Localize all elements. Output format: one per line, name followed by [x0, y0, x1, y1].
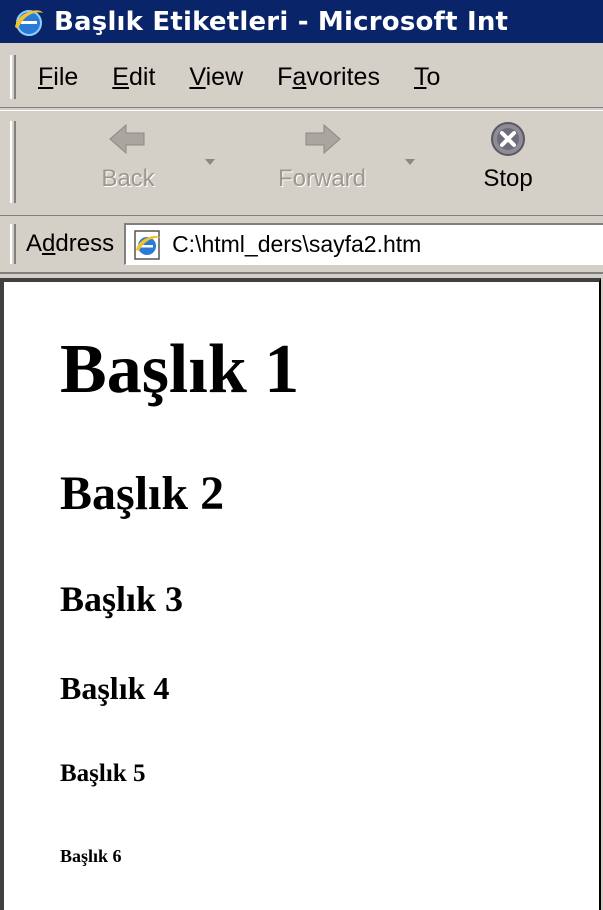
back-dropdown-arrow[interactable]: [205, 159, 215, 165]
page-content: Başlık 1 Başlık 2 Başlık 3 Başlık 4 Başl…: [0, 278, 601, 910]
standard-toolbar: Back Forward Stop: [0, 110, 603, 216]
address-bar: Address C:\html_ders\sayfa2.htm: [0, 216, 603, 274]
menu-favorites[interactable]: Favorites: [277, 63, 380, 92]
menu-file[interactable]: File: [38, 63, 78, 92]
back-arrow-icon: [109, 123, 145, 155]
toolbar-grip[interactable]: [10, 121, 16, 203]
menu-tools[interactable]: To: [414, 63, 440, 92]
address-label: Address: [26, 230, 115, 257]
stop-icon: [491, 122, 525, 156]
menu-bar: File Edit View Favorites To: [0, 47, 603, 108]
heading-4: Başlık 4: [60, 670, 170, 706]
forward-dropdown-arrow[interactable]: [405, 159, 415, 165]
title-bar[interactable]: Başlık Etiketleri - Microsoft Int: [0, 0, 603, 43]
forward-arrow-icon: [305, 123, 341, 155]
back-label: Back: [101, 165, 155, 192]
stop-button[interactable]: Stop: [468, 119, 548, 207]
ie-logo-icon: [15, 9, 43, 36]
stop-label: Stop: [483, 165, 533, 192]
forward-button[interactable]: Forward: [262, 119, 382, 207]
forward-label: Forward: [277, 165, 367, 192]
heading-6: Başlık 6: [60, 846, 122, 866]
addressbar-grip[interactable]: [10, 224, 16, 264]
window-title: Başlık Etiketleri - Microsoft Int: [54, 6, 509, 37]
back-button[interactable]: Back: [88, 119, 168, 207]
heading-1: Başlık 1: [60, 331, 300, 408]
menu-edit[interactable]: Edit: [112, 63, 155, 92]
heading-2: Başlık 2: [60, 467, 225, 520]
heading-5: Başlık 5: [60, 760, 146, 787]
menubar-grip[interactable]: [10, 55, 16, 99]
ie-page-icon: [134, 229, 161, 260]
address-input[interactable]: C:\html_ders\sayfa2.htm: [124, 223, 603, 265]
menu-view[interactable]: View: [189, 63, 243, 92]
address-url: C:\html_ders\sayfa2.htm: [172, 231, 422, 257]
browser-window: Başlık Etiketleri - Microsoft Int File E…: [0, 0, 603, 910]
heading-3: Başlık 3: [60, 579, 184, 619]
